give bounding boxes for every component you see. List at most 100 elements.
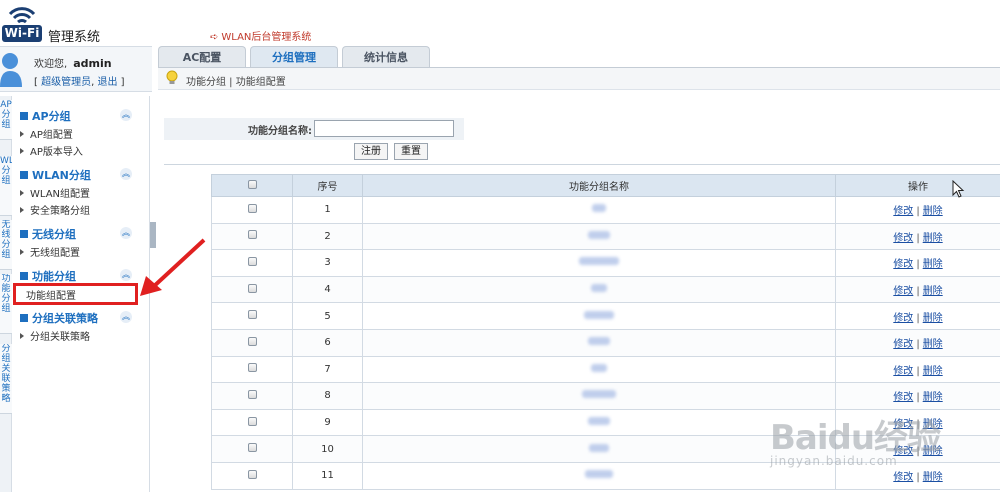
- delete-link[interactable]: 删除: [923, 259, 943, 270]
- sidebar-group-wireless[interactable]: 无线分组: [20, 226, 76, 242]
- lightbulb-icon: [166, 70, 178, 84]
- row-select-cell: [211, 249, 293, 277]
- vtab-wlan-group[interactable]: WLAN分组: [0, 156, 12, 216]
- group-name-input[interactable]: [314, 120, 454, 137]
- table-row: 5 修改 | 删除: [211, 302, 1000, 330]
- sidebar-item-ap-import[interactable]: AP版本导入: [20, 143, 83, 158]
- action-separator: |: [916, 312, 920, 324]
- row-select-cell: [211, 461, 293, 490]
- row-seq: 9: [292, 408, 363, 437]
- header-seq: 序号: [292, 174, 363, 197]
- row-seq: 8: [292, 382, 363, 410]
- row-actions: 修改 | 删除: [835, 302, 1000, 330]
- row-checkbox[interactable]: [247, 230, 257, 240]
- action-separator: |: [916, 339, 920, 351]
- blurred-group-name: [579, 257, 619, 266]
- tab-group-management[interactable]: 分组管理: [250, 46, 338, 68]
- action-separator: |: [916, 232, 920, 244]
- edit-link[interactable]: 修改: [893, 286, 913, 297]
- row-checkbox[interactable]: [247, 389, 257, 399]
- edit-link[interactable]: 修改: [893, 206, 913, 217]
- item-label: 分组关联策略: [30, 332, 90, 343]
- edit-link[interactable]: 修改: [893, 392, 913, 403]
- sidebar-item-group-policy[interactable]: 分组关联策略: [20, 328, 90, 343]
- edit-link[interactable]: 修改: [893, 313, 913, 324]
- collapse-icon[interactable]: ︽: [120, 109, 132, 121]
- breadcrumb-text: 功能分组 | 功能组配置: [186, 77, 286, 88]
- triangle-right-icon: [20, 333, 24, 339]
- sidebar-item-wlan-config[interactable]: WLAN组配置: [20, 185, 90, 200]
- sidebar-item-wireless-config[interactable]: 无线组配置: [20, 244, 80, 259]
- row-checkbox[interactable]: [247, 310, 257, 320]
- item-label: AP版本导入: [30, 147, 83, 158]
- item-label: AP组配置: [30, 130, 73, 141]
- tab-statistics[interactable]: 统计信息: [342, 46, 430, 68]
- delete-link[interactable]: 删除: [923, 339, 943, 350]
- delete-link[interactable]: 删除: [923, 206, 943, 217]
- sidebar-item-ap-config[interactable]: AP组配置: [20, 126, 73, 141]
- vtab-function-group[interactable]: 功能分组: [0, 274, 12, 334]
- row-checkbox[interactable]: [247, 256, 257, 266]
- blurred-group-name: [584, 310, 614, 319]
- row-group-name: [362, 355, 836, 384]
- row-checkbox[interactable]: [247, 203, 257, 213]
- role-link[interactable]: 超级管理员: [41, 77, 91, 88]
- edit-link[interactable]: 修改: [893, 366, 913, 377]
- vtab-wireless-group[interactable]: 无线分组: [0, 220, 12, 270]
- triangle-right-icon: [20, 131, 24, 137]
- vtab-group-policy[interactable]: 分组关联策略: [0, 344, 12, 414]
- collapse-icon[interactable]: ︽: [120, 227, 132, 239]
- row-checkbox[interactable]: [247, 416, 257, 426]
- row-checkbox[interactable]: [247, 283, 257, 293]
- row-actions: 修改 | 删除: [835, 328, 1000, 357]
- register-button[interactable]: 注册: [354, 143, 388, 160]
- edit-link[interactable]: 修改: [893, 339, 913, 350]
- row-group-name: [362, 249, 836, 277]
- collapse-icon[interactable]: ︽: [120, 168, 132, 180]
- group-title-label: WLAN分组: [32, 169, 91, 182]
- delete-link[interactable]: 删除: [923, 392, 943, 403]
- sidebar-group-ap[interactable]: AP分组: [20, 108, 71, 124]
- comma: ,: [91, 77, 95, 88]
- delete-link[interactable]: 删除: [923, 286, 943, 297]
- row-select-cell: [211, 222, 293, 251]
- select-all-checkbox[interactable]: [247, 179, 257, 189]
- row-select-cell: [211, 328, 293, 357]
- sidebar-item-security-policy[interactable]: 安全策略分组: [20, 202, 90, 217]
- action-separator: |: [916, 392, 920, 404]
- highlight-box: [13, 283, 138, 305]
- tab-ac-config[interactable]: AC配置: [158, 46, 246, 68]
- row-checkbox[interactable]: [247, 469, 257, 479]
- row-checkbox[interactable]: [247, 336, 257, 346]
- collapse-icon[interactable]: ︽: [120, 269, 132, 281]
- group-title-label: 分组关联策略: [32, 312, 98, 325]
- row-actions: 修改 | 删除: [835, 249, 1000, 277]
- logout-link[interactable]: 退出: [97, 77, 117, 88]
- table-row: 4 修改 | 删除: [211, 275, 1000, 304]
- blurred-group-name: [591, 284, 607, 293]
- delete-link[interactable]: 删除: [923, 313, 943, 324]
- breadcrumb: 功能分组 | 功能组配置: [158, 68, 1000, 90]
- row-checkbox[interactable]: [247, 443, 257, 453]
- collapse-icon[interactable]: ︽: [120, 311, 132, 323]
- row-select-cell: [211, 355, 293, 384]
- delete-link[interactable]: 删除: [923, 366, 943, 377]
- sidebar-group-function[interactable]: 功能分组: [20, 268, 76, 284]
- group-icon: [20, 230, 28, 238]
- reset-button[interactable]: 重置: [394, 143, 428, 160]
- wifi-icon: [8, 7, 36, 24]
- row-seq: 10: [292, 435, 363, 463]
- edit-link[interactable]: 修改: [893, 233, 913, 244]
- row-group-name: [362, 382, 836, 410]
- annotation-arrow-icon: [140, 238, 206, 296]
- sidebar-group-policy[interactable]: 分组关联策略: [20, 310, 98, 326]
- group-icon: [20, 171, 28, 179]
- row-group-name: [362, 275, 836, 304]
- vtab-ap-group[interactable]: AP分组: [0, 100, 12, 140]
- table-row: 1 修改 | 删除: [211, 196, 1000, 224]
- sidebar-group-wlan[interactable]: WLAN分组: [20, 167, 91, 183]
- user-name: admin: [73, 57, 112, 70]
- row-checkbox[interactable]: [247, 363, 257, 373]
- edit-link[interactable]: 修改: [893, 259, 913, 270]
- delete-link[interactable]: 删除: [923, 233, 943, 244]
